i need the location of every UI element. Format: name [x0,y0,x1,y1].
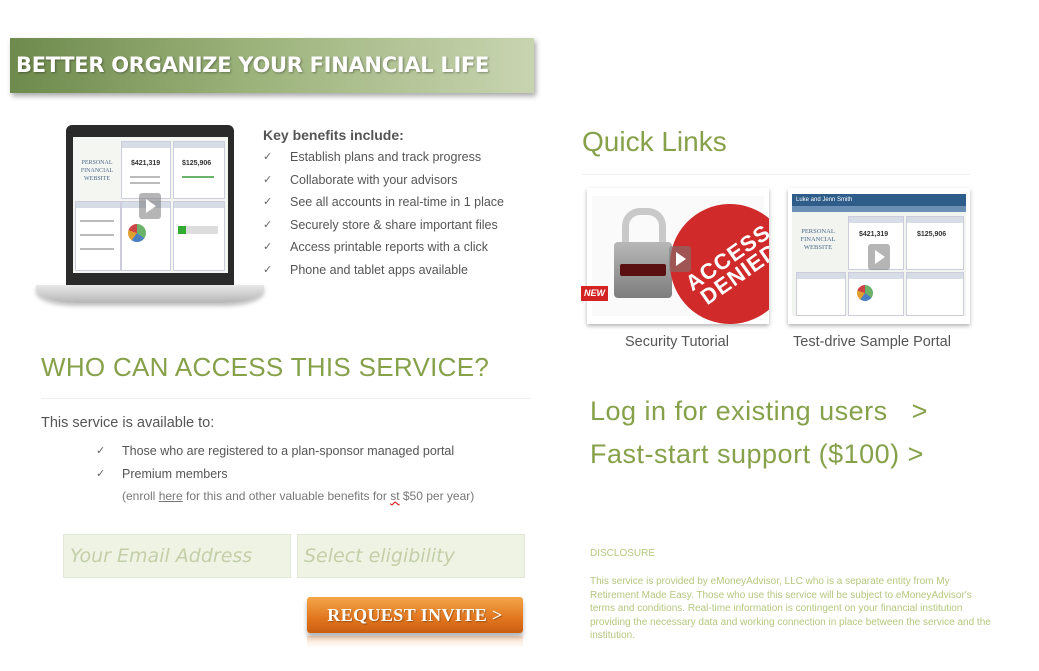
list-item: ✓ See all accounts in real-time in 1 plac… [263,195,504,218]
check-icon: ✓ [263,263,273,276]
request-invite-button[interactable]: REQUEST INVITE > [307,597,523,633]
benefit-text: See all accounts in real-time in 1 place [290,195,505,209]
portal-accounts-panel [796,272,846,316]
laptop-screen: PERSONAL FINANCIAL WEBSITE $421,319 $125… [73,137,228,273]
enroll-mid: for this and other valuable benefits for [182,489,391,503]
header-banner: BETTER ORGANIZE YOUR FINANCIAL LIFE [10,38,534,93]
portal-image: Luke and Jenn Smith PERSONAL FINANCIAL W… [792,194,966,316]
button-reflection [307,636,523,648]
who-can-access-title: WHO CAN ACCESS THIS SERVICE? [41,352,490,382]
sample-portal-thumbnail[interactable]: Luke and Jenn Smith PERSONAL FINANCIAL W… [788,188,970,324]
portal-investments-panel: $125,906 [906,216,964,270]
security-tutorial-caption[interactable]: Security Tutorial [625,334,729,350]
laptop-logo-text: PERSONAL FINANCIAL WEBSITE [80,160,114,182]
mini-investments-value: $125,906 [182,160,212,167]
enroll-typo: st [390,489,400,503]
mini-panel-budget [173,201,225,271]
divider [582,174,970,175]
list-item: ✓ Access printable reports with a click [263,240,504,263]
eligibility-select[interactable]: Select eligibility [297,534,525,578]
laptop-base [36,285,264,303]
check-icon: ✓ [263,151,273,163]
lock-icon [614,242,672,298]
mini-panel-investments: $125,906 [173,141,225,199]
benefit-text: Securely store & share important files [290,217,498,232]
security-tutorial-thumbnail[interactable]: ACCESS DENIED [587,188,769,324]
portal-header-text: Luke and Jenn Smith [792,194,966,206]
access-text: Premium members [122,467,228,481]
check-icon: ✓ [96,445,106,457]
play-icon[interactable] [868,244,890,270]
benefit-text: Establish plans and track progress [290,150,482,164]
play-icon[interactable] [139,193,161,219]
list-item: ✓ Premium members [96,467,454,490]
portal-investments-value: $125,906 [917,231,947,238]
benefit-text: Phone and tablet apps available [290,262,468,277]
mini-pie-chart [128,224,146,242]
mini-panel-networth: $421,319 [121,141,171,199]
benefit-text: Access printable reports with a click [290,240,488,254]
benefits-list: ✓ Establish plans and track progress ✓ Col… [263,150,504,285]
banner-title: BETTER ORGANIZE YOUR FINANCIAL LIFE [16,53,490,77]
check-icon: ✓ [263,173,273,186]
mini-networth-value: $421,319 [131,160,161,167]
divider [41,398,531,399]
portal-networth-value: $421,319 [859,231,889,238]
enroll-here-link[interactable]: here [159,489,183,503]
mini-panel-accounts [75,201,121,271]
list-item: ✓ Phone and tablet apps available [263,263,504,286]
email-field[interactable] [63,534,291,578]
benefit-text: Collaborate with your advisors [290,172,458,187]
play-icon[interactable] [669,246,691,272]
list-item: ✓ Securely store & share important files [263,218,504,241]
security-image: ACCESS DENIED [592,188,769,324]
check-icon: ✓ [263,241,273,253]
laptop-screen-frame: PERSONAL FINANCIAL WEBSITE $421,319 $125… [66,125,234,285]
login-link[interactable]: Log in for existing users > [590,396,928,427]
list-item: ✓ Establish plans and track progress [263,150,504,173]
availability-text: This service is available to: [41,415,215,431]
list-item: ✓ Those who are registered to a plan-spon… [96,444,454,467]
check-icon: ✓ [263,196,273,208]
enroll-prefix: (enroll [122,489,159,503]
access-text: Those who are registered to a plan-spons… [122,444,455,458]
quick-links-title: Quick Links [582,126,727,157]
list-item: ✓ Collaborate with your advisors [263,173,504,196]
check-icon: ✓ [96,468,106,480]
stamp-text: ACCESS DENIED [680,219,769,310]
portal-budget-panel [906,272,964,316]
laptop-screenshot-image[interactable]: PERSONAL FINANCIAL WEBSITE $421,319 $125… [36,125,264,309]
sample-portal-caption[interactable]: Test-drive Sample Portal [793,334,951,350]
portal-spending-panel [848,272,904,316]
new-badge: NEW [581,286,608,301]
enroll-note: (enroll here for this and other valuable… [122,489,474,503]
fast-start-support-link[interactable]: Fast-start support ($100) > [590,439,924,470]
disclosure-text: This service is provided by eMoneyAdviso… [590,576,991,641]
portal-pie-chart [857,285,873,301]
check-icon: ✓ [263,218,273,231]
portal-logo-text: PERSONAL FINANCIAL WEBSITE [800,228,836,251]
enroll-suffix: $50 per year) [399,489,475,503]
access-list: ✓ Those who are registered to a plan-spon… [96,444,454,490]
disclosure-title: DISCLOSURE [590,548,656,559]
benefits-title: Key benefits include: [263,127,404,143]
